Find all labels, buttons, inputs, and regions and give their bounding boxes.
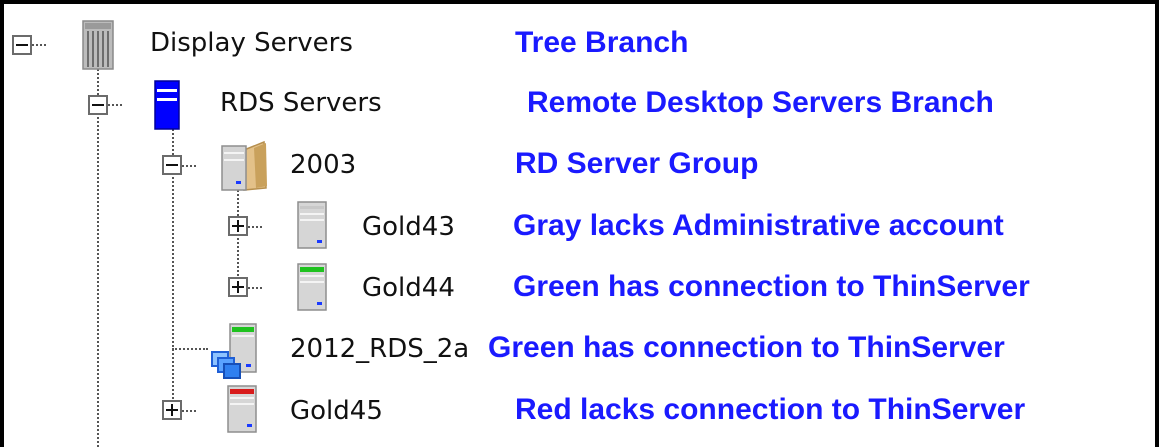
tree-line: [32, 44, 46, 46]
description-text: Tree Branch: [515, 26, 689, 59]
description-text: Gray lacks Administrative account: [513, 209, 1004, 242]
tree-line: [248, 287, 262, 289]
server-gray-icon: [297, 201, 327, 249]
description-text: Green has connection to ThinServer: [488, 331, 1005, 364]
server-folder-group-icon: [221, 140, 267, 191]
tree-node-label[interactable]: 2012_RDS_2a: [290, 334, 469, 364]
tree-node-label[interactable]: 2003: [290, 150, 356, 180]
server-blue-icon: [154, 80, 180, 130]
tree-node-label[interactable]: Gold43: [362, 212, 455, 242]
server-green-icon: [297, 263, 327, 311]
tree-line: [248, 226, 262, 228]
expand-toggle[interactable]: [228, 216, 248, 236]
collapse-toggle[interactable]: [12, 35, 32, 55]
tree-line: [182, 165, 196, 167]
description-text: RD Server Group: [515, 147, 759, 180]
server-green-remote-icon: [211, 323, 257, 379]
tree-line: [182, 410, 196, 412]
tree-line: [172, 348, 208, 350]
server-rack-gray-icon: [82, 20, 114, 70]
tree-node-label[interactable]: Gold45: [290, 396, 383, 426]
collapse-toggle[interactable]: [162, 155, 182, 175]
description-text: Green has connection to ThinServer: [513, 270, 1030, 303]
description-text: Remote Desktop Servers Branch: [527, 86, 994, 119]
expand-toggle[interactable]: [162, 400, 182, 420]
tree-line: [108, 104, 122, 106]
server-red-icon: [227, 385, 257, 433]
tree-node-label[interactable]: Display Servers: [150, 28, 353, 58]
tree-node-label[interactable]: Gold44: [362, 273, 455, 303]
tree-node-label[interactable]: RDS Servers: [220, 88, 382, 118]
expand-toggle[interactable]: [228, 277, 248, 297]
collapse-toggle[interactable]: [88, 95, 108, 115]
tree-line: [97, 58, 99, 447]
description-text: Red lacks connection to ThinServer: [515, 393, 1026, 426]
